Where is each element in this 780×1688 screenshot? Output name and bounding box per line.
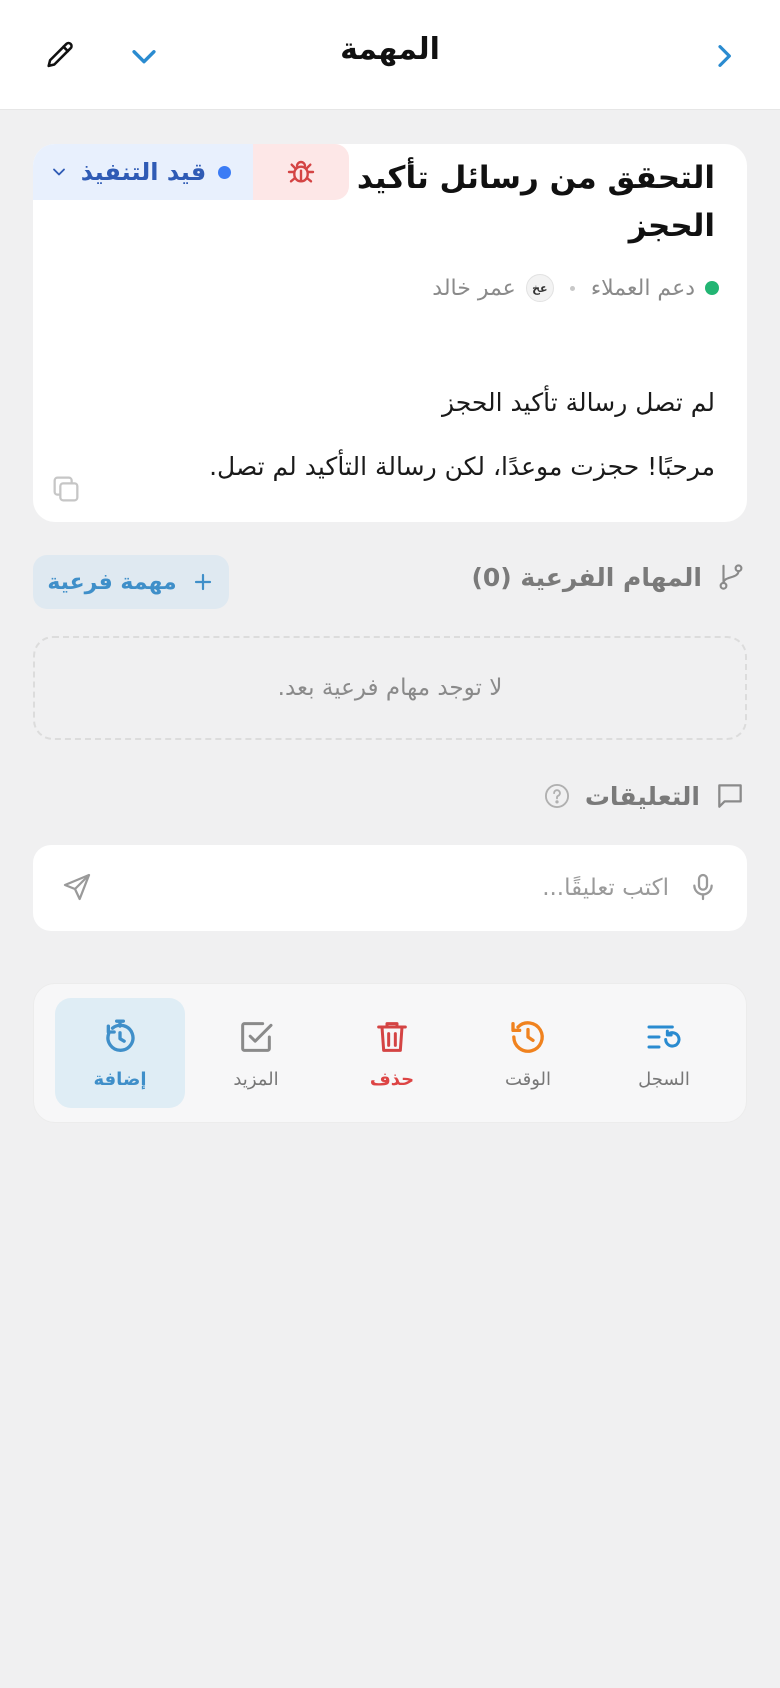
empty-subtasks-text: لا توجد مهام فرعية بعد.: [277, 675, 503, 701]
edit-button[interactable]: [40, 36, 80, 76]
comments-title: التعليقات: [584, 781, 700, 811]
chevron-down-icon: [52, 168, 65, 176]
status-dot: [218, 165, 232, 179]
time-history-icon: [511, 1020, 544, 1053]
description-heading: لم تصل رسالة تأكيد الحجز: [441, 388, 715, 417]
git-branch-icon: [719, 564, 743, 590]
timer-icon: [106, 1019, 135, 1052]
subtasks-empty-state: لا توجد مهام فرعية بعد.: [33, 636, 747, 740]
subtasks-header: المهام الفرعية (0): [471, 562, 746, 592]
delete-button[interactable]: حذف: [327, 998, 457, 1108]
app-header: المهمة: [0, 0, 780, 110]
comments-header: التعليقات: [543, 780, 746, 812]
comment-input[interactable]: [149, 865, 669, 911]
add-subtask-button[interactable]: مهمة فرعية: [33, 555, 229, 609]
send-comment-button[interactable]: [61, 871, 93, 903]
task-card: قيد التنفيذ التحقق من رسائل تأكيد الحجز …: [33, 144, 747, 522]
team-color-dot: [705, 281, 719, 295]
page-title: المهمة: [340, 32, 440, 67]
help-icon[interactable]: [543, 782, 571, 810]
team-name: دعم العملاء: [590, 275, 695, 301]
status-label: قيد التنفيذ: [80, 158, 207, 186]
history-log-icon: [647, 1025, 681, 1048]
copy-button[interactable]: [47, 472, 83, 508]
time-label: الوقت: [504, 1068, 552, 1090]
voice-input-button[interactable]: [687, 871, 719, 903]
comment-icon: [718, 784, 742, 808]
checkbox-icon: [241, 1021, 273, 1052]
assignee-name: عمر خالد: [432, 275, 516, 301]
add-subtask-label: مهمة فرعية: [47, 569, 177, 595]
trash-icon: [377, 1021, 407, 1052]
send-icon: [63, 873, 91, 901]
plus-icon: [194, 573, 211, 591]
add-timer-label: إضافة: [93, 1068, 147, 1090]
delete-label: حذف: [369, 1068, 415, 1090]
history-log-label: السجل: [638, 1068, 690, 1090]
time-button[interactable]: الوقت: [463, 998, 593, 1108]
subtasks-title: المهام الفرعية (0): [471, 562, 702, 592]
action-toolbar: السجل الوقت حذف المزيد إضافة: [33, 983, 747, 1123]
history-log-button[interactable]: السجل: [599, 998, 729, 1108]
microphone-icon: [693, 873, 713, 901]
task-title: التحقق من رسائل تأكيد الحجز: [356, 160, 715, 244]
chevron-down-icon: [132, 50, 156, 64]
description-body: مرحبًا! حجزت موعدًا، لكن رسالة التأكيد ل…: [209, 452, 715, 481]
comment-composer: [33, 845, 747, 931]
task-meta: دعم العملاء عخ عمر خالد: [432, 274, 719, 302]
expand-button[interactable]: [124, 36, 164, 76]
pencil-icon: [47, 41, 73, 68]
bug-icon: [287, 160, 315, 183]
separator-dot: [569, 285, 575, 291]
add-timer-button[interactable]: إضافة: [55, 998, 185, 1108]
more-button[interactable]: المزيد: [191, 998, 321, 1108]
more-label: المزيد: [233, 1068, 279, 1090]
copy-icon: [53, 476, 79, 502]
assignee-avatar: عخ: [525, 274, 554, 302]
status-dropdown[interactable]: قيد التنفيذ: [33, 144, 255, 200]
